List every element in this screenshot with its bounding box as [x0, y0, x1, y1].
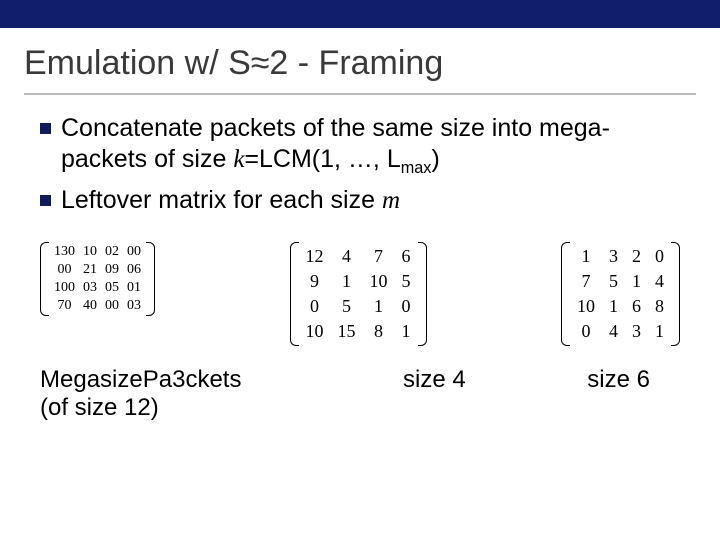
cell: 00: [54, 262, 75, 278]
slide: Emulation w/ S≈2 - Framing Concatenate p…: [0, 0, 720, 540]
bullet-1: Concatenate packets of the same size int…: [40, 113, 680, 179]
cell: 00: [127, 244, 141, 260]
bullet-icon: [40, 123, 51, 134]
cell: 0: [577, 321, 595, 342]
caption-2: size 4: [241, 366, 587, 422]
caption-1-line1: MegasizePa3ckets: [40, 366, 241, 393]
caption-1: MegasizePa3ckets (of size 12): [40, 366, 241, 422]
caption-1-c: Pa: [143, 366, 172, 393]
cell: 1: [338, 271, 356, 292]
caption-1-e: ckets: [185, 366, 241, 393]
cell: 1: [655, 321, 664, 342]
cell: 09: [105, 262, 119, 278]
cell: 4: [655, 271, 664, 292]
cell: 03: [127, 298, 141, 314]
bullet-1-sub: max: [401, 159, 432, 177]
cell: 15: [338, 321, 356, 342]
cell: 3: [632, 321, 641, 342]
caption-1-d: 3: [172, 366, 185, 393]
cell: 5: [402, 271, 411, 292]
cell: 5: [338, 296, 356, 317]
bullet-list: Concatenate packets of the same size int…: [40, 113, 680, 216]
cell: 7: [370, 246, 388, 267]
bullet-2-pre: Leftover matrix for each size: [61, 186, 382, 214]
cell: 8: [370, 321, 388, 342]
cell: 01: [127, 280, 141, 296]
cell: 12: [306, 246, 324, 267]
bullet-2-text: Leftover matrix for each size m: [61, 185, 400, 216]
cell: 03: [83, 280, 97, 296]
cell: 10: [370, 271, 388, 292]
cell: 0: [402, 296, 411, 317]
title-underline: [24, 93, 696, 95]
bullet-1-k: k: [233, 146, 244, 173]
bullet-1-mid: =LCM(1, …, L: [244, 145, 400, 173]
bullet-2-m: m: [382, 187, 400, 214]
caption-3: size 6: [587, 366, 680, 422]
paren-left-icon: [561, 242, 571, 346]
matrix-1-grid: 130 10 02 00 00 21 09 06 100 03 05 01 70…: [50, 242, 145, 316]
cell: 1: [370, 296, 388, 317]
caption-3-text: size 6: [587, 366, 650, 393]
caption-1-b: size: [100, 366, 143, 393]
matrix-2-grid: 12 4 7 6 9 1 10 5 0 5 1 0 10 15 8 1: [300, 242, 417, 346]
caption-1-a: Mega: [40, 366, 100, 393]
matrix-1: 130 10 02 00 00 21 09 06 100 03 05 01 70…: [40, 242, 155, 316]
cell: 1: [632, 271, 641, 292]
cell: 40: [83, 298, 97, 314]
matrices-row: 130 10 02 00 00 21 09 06 100 03 05 01 70…: [40, 242, 680, 346]
matrix-3: 1 3 2 0 7 5 1 4 10 1 6 8 0 4 3 1: [561, 242, 680, 346]
cell: 1: [577, 246, 595, 267]
cell: 4: [609, 321, 618, 342]
matrix-3-grid: 1 3 2 0 7 5 1 4 10 1 6 8 0 4 3 1: [571, 242, 670, 346]
cell: 10: [306, 321, 324, 342]
caption-1-line2: (of size 12): [40, 394, 159, 421]
paren-right-icon: [145, 242, 155, 316]
cell: 9: [306, 271, 324, 292]
matrix-2: 12 4 7 6 9 1 10 5 0 5 1 0 10 15 8 1: [290, 242, 427, 346]
cell: 10: [83, 244, 97, 260]
cell: 70: [54, 298, 75, 314]
cell: 8: [655, 296, 664, 317]
cell: 1: [402, 321, 411, 342]
cell: 7: [577, 271, 595, 292]
paren-right-icon: [417, 242, 427, 346]
matrix-1-block: 130 10 02 00 00 21 09 06 100 03 05 01 70…: [40, 242, 155, 316]
paren-right-icon: [670, 242, 680, 346]
cell: 1: [609, 296, 618, 317]
cell: 00: [105, 298, 119, 314]
bullet-1-text: Concatenate packets of the same size int…: [61, 113, 680, 179]
caption-2-text: size 4: [403, 366, 466, 393]
cell: 130: [54, 244, 75, 260]
bullet-2: Leftover matrix for each size m: [40, 185, 680, 216]
header-bar: [0, 0, 720, 28]
cell: 6: [402, 246, 411, 267]
cell: 100: [54, 280, 75, 296]
paren-left-icon: [40, 242, 50, 316]
cell: 21: [83, 262, 97, 278]
bullet-icon: [40, 195, 51, 206]
title-text: Emulation w/ S≈2 - Framing: [24, 44, 443, 82]
slide-title: Emulation w/ S≈2 - Framing: [0, 28, 720, 83]
cell: 06: [127, 262, 141, 278]
bullet-1-end: ): [431, 145, 439, 173]
cell: 02: [105, 244, 119, 260]
paren-left-icon: [290, 242, 300, 346]
cell: 2: [632, 246, 641, 267]
cell: 4: [338, 246, 356, 267]
cell: 6: [632, 296, 641, 317]
matrix-3-block: 1 3 2 0 7 5 1 4 10 1 6 8 0 4 3 1: [561, 242, 680, 346]
cell: 10: [577, 296, 595, 317]
cell: 0: [655, 246, 664, 267]
matrix-2-block: 12 4 7 6 9 1 10 5 0 5 1 0 10 15 8 1: [290, 242, 427, 346]
cell: 05: [105, 280, 119, 296]
captions-row: MegasizePa3ckets (of size 12) size 4 siz…: [40, 366, 680, 422]
cell: 0: [306, 296, 324, 317]
cell: 3: [609, 246, 618, 267]
cell: 5: [609, 271, 618, 292]
